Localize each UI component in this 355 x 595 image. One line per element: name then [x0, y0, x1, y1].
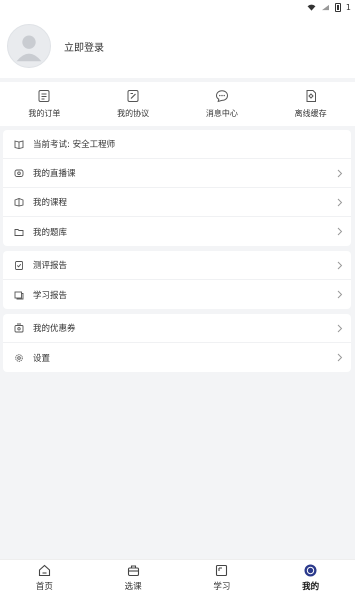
wifi-icon: [307, 4, 316, 11]
tab-label: 首页: [35, 581, 53, 592]
course-icon: [14, 198, 24, 207]
menu-row-label: 我的课程: [33, 198, 68, 208]
tab-label: 我的: [302, 581, 320, 592]
chevron-right-icon: [337, 261, 343, 269]
menu-row-label: 我的题库: [33, 227, 68, 238]
chevron-right-icon: [337, 198, 343, 206]
tab-profile[interactable]: 我的: [266, 560, 355, 595]
report-icon: [14, 291, 24, 299]
current-exam-label: 当前考试: 安全工程师: [33, 140, 116, 150]
battery-icon: [334, 2, 341, 12]
quick-nav-label: 消息中心: [205, 109, 238, 118]
menu-row-coupons[interactable]: 我的优惠券: [3, 314, 351, 343]
menu-row-label: 测评报告: [33, 261, 68, 271]
order-icon: [38, 90, 50, 102]
coupon-icon: [14, 323, 24, 333]
message-icon: [215, 90, 228, 103]
book-icon: [14, 140, 24, 149]
tab-home[interactable]: 首页: [0, 560, 89, 595]
settings-card: 我的优惠券 设置: [3, 314, 351, 372]
chevron-right-icon: [337, 169, 343, 177]
status-bar: 1: [0, 0, 355, 14]
clipboard-icon: [15, 261, 23, 270]
default-avatar-icon: [16, 35, 42, 62]
menu-row-settings[interactable]: 设置: [3, 343, 351, 372]
profile-icon: [304, 564, 317, 576]
quick-nav-messages[interactable]: 消息中心: [178, 82, 267, 126]
tab-label: 学习: [213, 581, 231, 592]
menu-row-question-bank[interactable]: 我的题库: [3, 217, 351, 246]
chevron-right-icon: [337, 353, 343, 362]
current-exam-row[interactable]: 当前考试: 安全工程师: [3, 130, 351, 159]
menu-row-assessment-report[interactable]: 测评报告: [3, 251, 351, 280]
study-card: 当前考试: 安全工程师 我的直播课 我的课程 我的题库: [3, 130, 351, 246]
menu-row-courses[interactable]: 我的课程: [3, 188, 351, 217]
menu-row-study-report[interactable]: 学习报告: [3, 280, 351, 309]
quick-nav-agreement[interactable]: 我的协议: [89, 82, 178, 126]
menu-row-label: 我的优惠券: [33, 324, 76, 334]
cache-icon: [306, 90, 316, 102]
menu-row-label: 我的直播课: [33, 169, 76, 179]
quick-nav-cache[interactable]: 离线缓存: [266, 82, 355, 126]
study-icon: [216, 564, 228, 576]
quick-nav-orders[interactable]: 我的订单: [0, 82, 89, 126]
tab-study[interactable]: 学习: [178, 560, 267, 595]
login-link[interactable]: 立即登录: [64, 39, 104, 54]
live-icon: [14, 169, 24, 177]
quick-nav-label: 离线缓存: [294, 109, 327, 118]
menu-row-label: 学习报告: [33, 290, 68, 301]
gear-icon: [15, 353, 23, 362]
home-icon: [38, 564, 50, 576]
battery-level: 1: [345, 2, 351, 12]
quick-nav-label: 我的协议: [117, 109, 150, 118]
profile-header: 立即登录: [0, 14, 355, 78]
tab-label: 选课: [124, 581, 142, 592]
agreement-icon: [127, 90, 139, 102]
chevron-right-icon: [337, 290, 343, 299]
folder-icon: [14, 228, 24, 236]
report-card: 测评报告 学习报告: [3, 251, 351, 309]
signal-icon: [321, 4, 329, 10]
quick-nav: 我的订单 我的协议 消息中心 离线缓存: [0, 82, 355, 126]
bottom-tab-bar: 首页 选课 学习 我的: [0, 559, 355, 595]
tab-course-select[interactable]: 选课: [89, 560, 178, 595]
chevron-right-icon: [337, 324, 343, 332]
course-select-icon: [127, 564, 139, 576]
avatar[interactable]: [7, 24, 51, 68]
menu-row-live-course[interactable]: 我的直播课: [3, 159, 351, 188]
menu-row-label: 设置: [33, 353, 51, 364]
quick-nav-label: 我的订单: [28, 109, 61, 118]
chevron-right-icon: [337, 227, 343, 236]
